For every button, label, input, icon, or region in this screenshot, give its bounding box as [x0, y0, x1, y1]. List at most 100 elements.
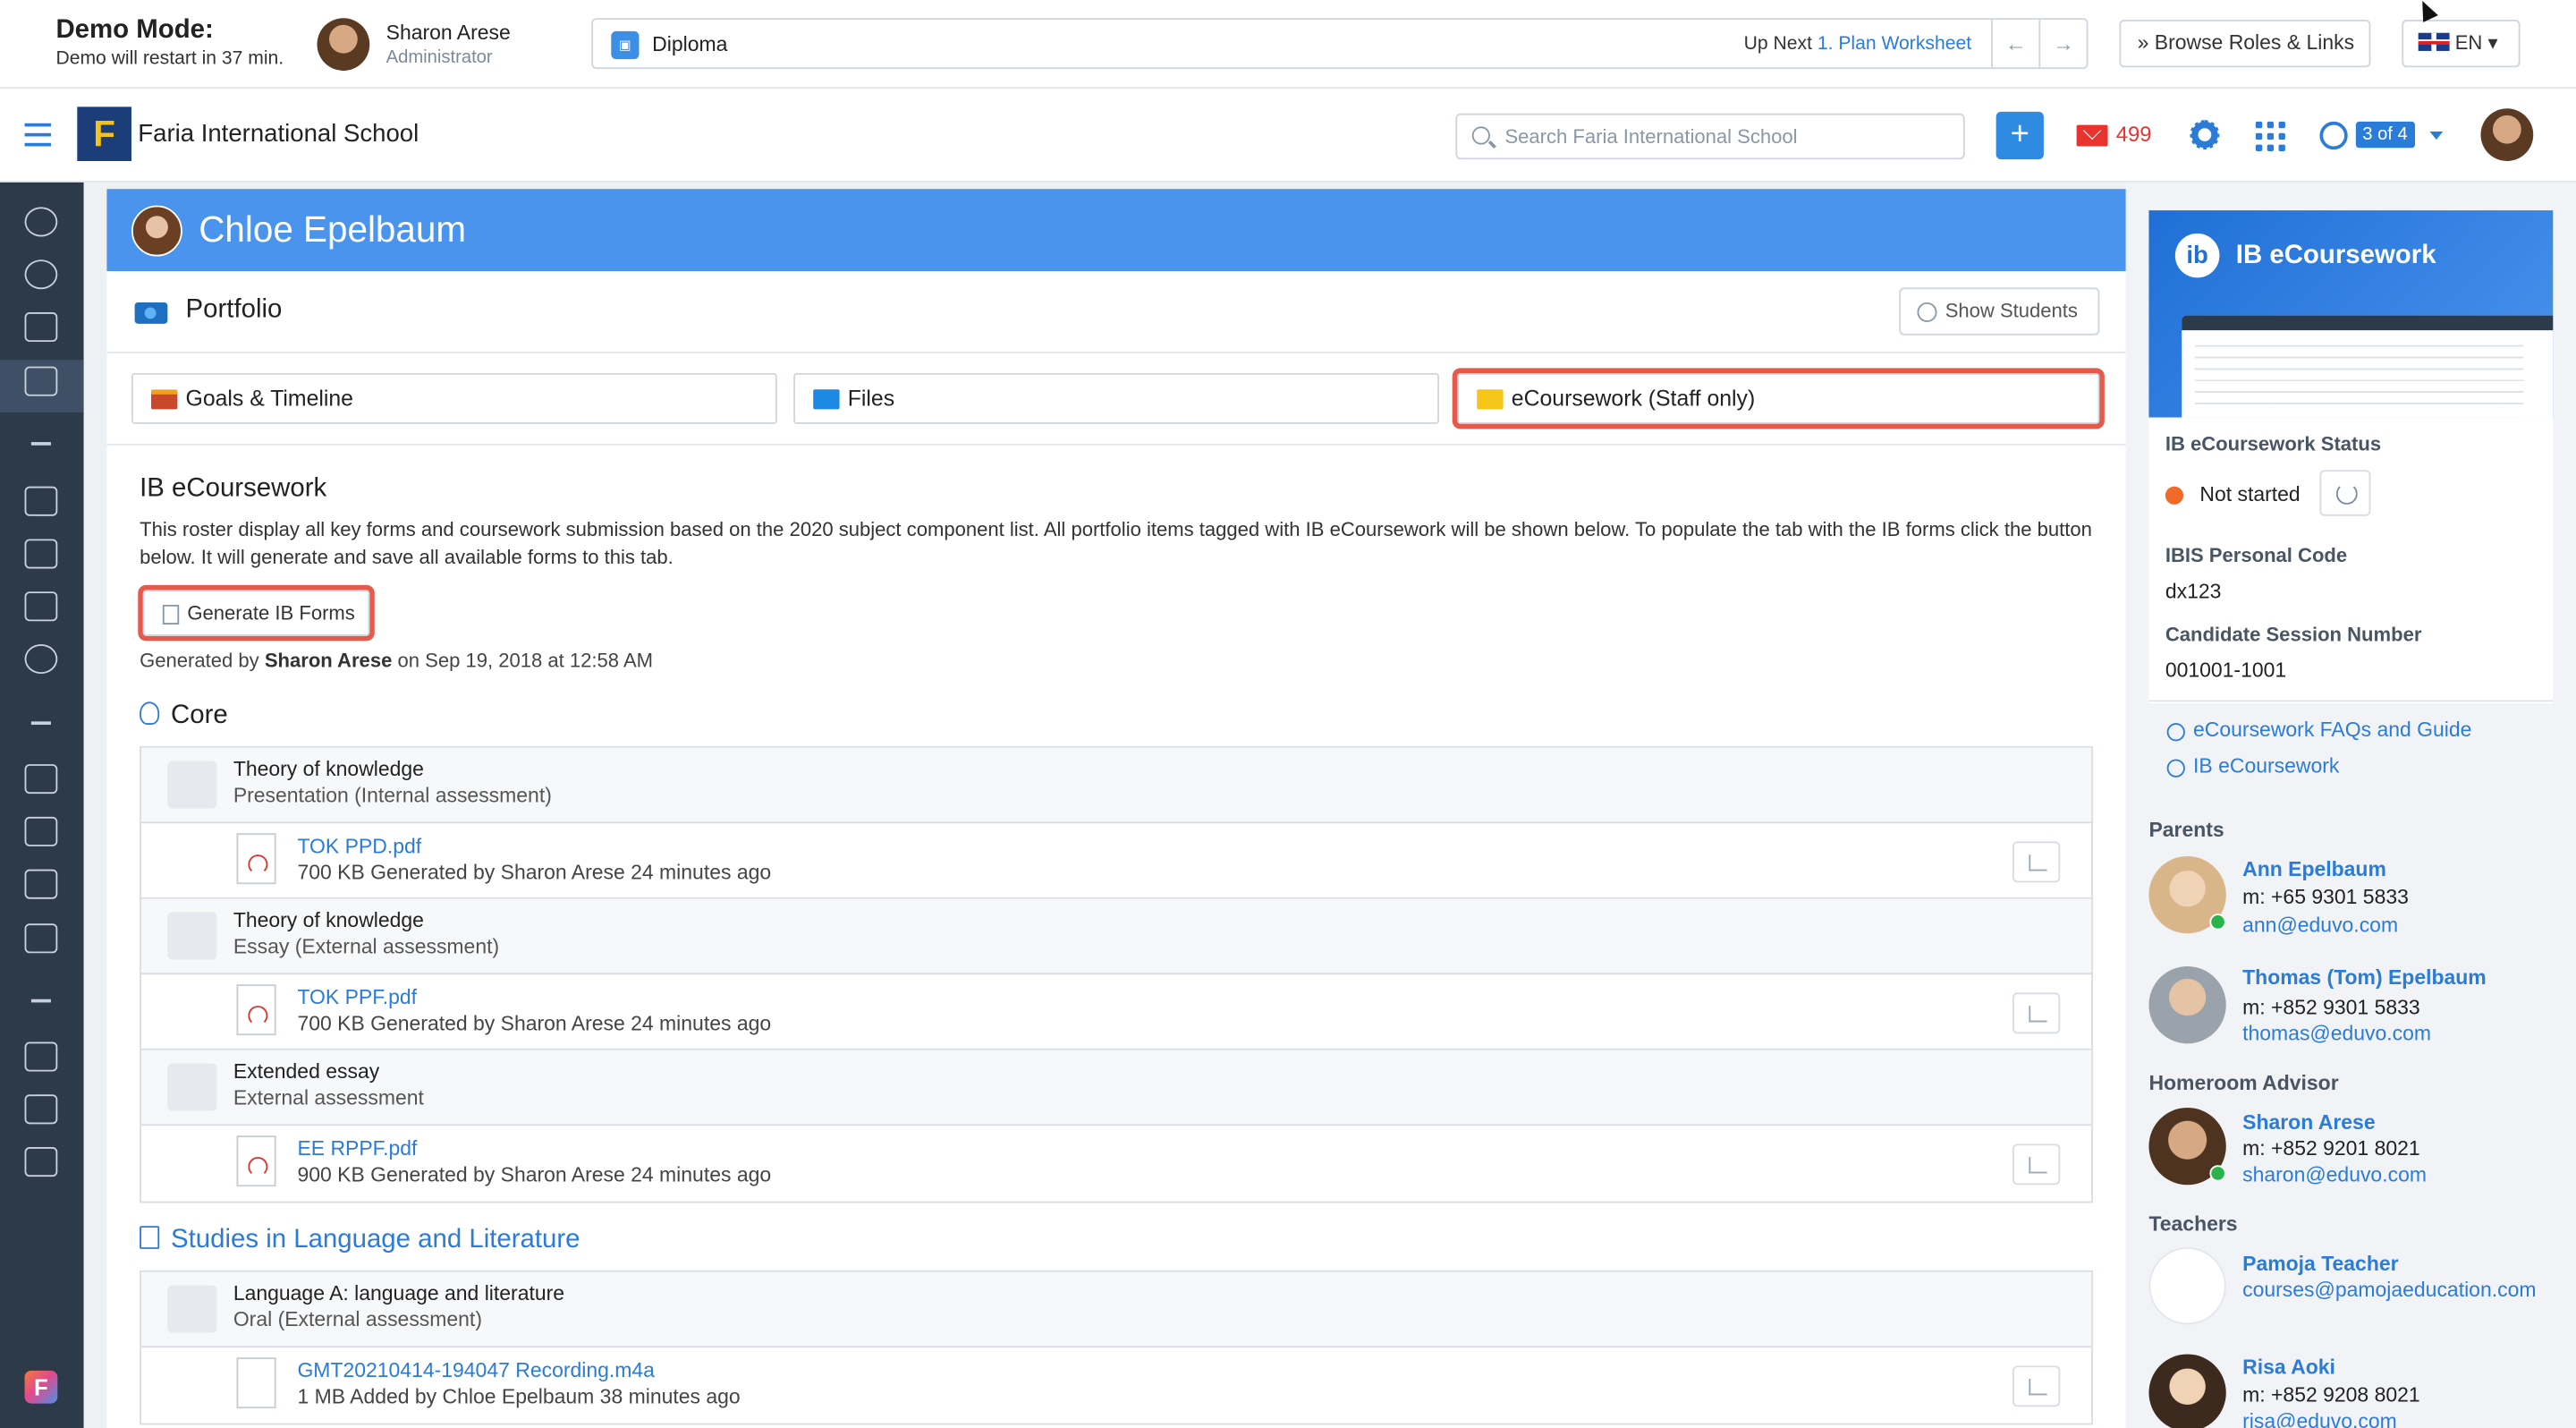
- parent-name[interactable]: Ann Epelbaum: [2242, 858, 2386, 881]
- documents-icon[interactable]: [24, 816, 58, 846]
- up-next-link[interactable]: 1. Plan Worksheet: [1818, 35, 1971, 55]
- teacher-email[interactable]: courses@pamojaeducation.com: [2242, 1279, 2536, 1302]
- teacher-name[interactable]: Pamoja Teacher: [2242, 1253, 2398, 1276]
- school-name[interactable]: Faria International School: [138, 120, 419, 148]
- program-name[interactable]: Diploma: [652, 33, 727, 56]
- search-icon: [1471, 126, 1490, 145]
- share-icon[interactable]: [2012, 992, 2061, 1034]
- language-label: EN: [2454, 30, 2483, 55]
- language-select[interactable]: EN ▾: [2402, 20, 2521, 68]
- user-avatar[interactable]: [2480, 108, 2534, 162]
- avatar[interactable]: [2148, 1107, 2226, 1186]
- file-row: EE RPPF.pdf 900 KB Generated by Sharon Ar…: [141, 1126, 2091, 1201]
- file-row: TOK PPF.pdf 700 KB Generated by Sharon Ar…: [140, 974, 2092, 1050]
- ib-ecoursework-link[interactable]: IB eCoursework: [2193, 754, 2339, 778]
- trends-icon[interactable]: [24, 1094, 58, 1125]
- list-item: Extended essay External assessment: [140, 1050, 2092, 1126]
- parent-email[interactable]: ann@eduvo.com: [2242, 914, 2398, 937]
- file-link[interactable]: EE RPPF.pdf: [297, 1137, 417, 1160]
- avatar[interactable]: [2148, 966, 2226, 1044]
- analytics-icon[interactable]: [24, 311, 58, 343]
- top-nav: F Faria International School Search Fari…: [0, 90, 2576, 183]
- file-link[interactable]: TOK PPF.pdf: [297, 986, 417, 1009]
- group-language-title[interactable]: Studies in Language and Literature: [140, 1226, 580, 1255]
- generate-ib-forms-button[interactable]: Generate IB Forms: [142, 590, 370, 636]
- tab-label: Files: [847, 386, 895, 412]
- teacher-name[interactable]: Risa Aoki: [2242, 1356, 2335, 1379]
- classes-icon[interactable]: [24, 486, 58, 516]
- folder-icon: [167, 1063, 217, 1111]
- map-icon[interactable]: [24, 869, 58, 899]
- avatar[interactable]: [2148, 855, 2226, 934]
- chevron-down-icon[interactable]: [2429, 131, 2444, 147]
- ib-icon: [2166, 759, 2185, 778]
- mail-icon[interactable]: [2076, 124, 2108, 147]
- status-value: Not started: [2199, 483, 2301, 506]
- generated-date: on Sep 19, 2018 at 12:58 AM: [397, 649, 654, 673]
- tab-ecoursework[interactable]: eCoursework (Staff only): [1457, 372, 2100, 424]
- parent-name[interactable]: Thomas (Tom) Epelbaum: [2242, 966, 2487, 990]
- school-switcher-badge[interactable]: 3 of 4: [2355, 121, 2415, 149]
- group-core-title: Core: [140, 701, 228, 731]
- dashboard-icon[interactable]: [24, 207, 58, 237]
- list-item: Theory of knowledge Essay (External asses…: [140, 898, 2092, 975]
- divider: [106, 352, 2126, 353]
- component-sub: External assessment: [233, 1086, 424, 1109]
- home-icon[interactable]: [24, 259, 58, 290]
- file-icon: [236, 1357, 276, 1409]
- calendar-icon[interactable]: [24, 764, 58, 795]
- faria-app-icon[interactable]: F: [24, 1370, 58, 1404]
- share-icon[interactable]: [2012, 1365, 2061, 1407]
- share-icon[interactable]: [2012, 1143, 2061, 1186]
- refresh-icon[interactable]: [2319, 470, 2371, 516]
- browse-roles-label: Browse Roles & Links: [2154, 30, 2355, 55]
- double-chevron-icon: »: [2137, 30, 2155, 55]
- show-students-button[interactable]: Show Students: [1899, 287, 2100, 336]
- apps-grid-icon[interactable]: [2255, 121, 2285, 151]
- advisor-name[interactable]: Sharon Arese: [2242, 1111, 2375, 1135]
- people-icon[interactable]: [24, 644, 58, 675]
- school-logo[interactable]: F: [77, 106, 131, 162]
- arrow-left-icon[interactable]: ←: [1991, 20, 2038, 68]
- mail-count[interactable]: 499: [2116, 122, 2152, 147]
- globe-icon[interactable]: [2319, 121, 2348, 150]
- arrow-right-icon[interactable]: →: [2038, 20, 2086, 68]
- file-link[interactable]: GMT20210414-194047 Recording.m4a: [297, 1359, 654, 1382]
- add-button[interactable]: +: [1996, 111, 2044, 160]
- hamburger-menu-icon[interactable]: [24, 123, 51, 147]
- right-sidebar: ib IB eCoursework IB eCoursework Status …: [2125, 182, 2576, 1428]
- demo-user-name[interactable]: Sharon Arese: [386, 21, 511, 45]
- teachers-label: Teachers: [2148, 1212, 2238, 1237]
- avatar[interactable]: [2148, 1354, 2226, 1428]
- hierarchy-icon[interactable]: [24, 1041, 58, 1072]
- sidebar-divider: [30, 999, 51, 1002]
- pamoja-logo-icon[interactable]: [2148, 1247, 2226, 1325]
- search-input[interactable]: Search Faria International School: [1455, 113, 1965, 160]
- browse-roles-button[interactable]: » Browse Roles & Links: [2119, 20, 2371, 68]
- online-status-icon: [2209, 914, 2226, 931]
- file-row: GMT20210414-194047 Recording.m4a 1 MB Add…: [141, 1347, 2091, 1423]
- tab-goals-timeline[interactable]: Goals & Timeline: [131, 372, 777, 424]
- student-avatar[interactable]: [131, 205, 182, 257]
- file-meta: 1 MB Added by Chloe Epelbaum 38 minutes …: [297, 1385, 741, 1409]
- reports-icon[interactable]: [24, 923, 58, 954]
- share-icon[interactable]: [2012, 841, 2061, 883]
- parent-email[interactable]: thomas@eduvo.com: [2242, 1022, 2431, 1045]
- teacher-phone: m: +852 9208 8021: [2242, 1383, 2420, 1407]
- advisor-email[interactable]: sharon@eduvo.com: [2242, 1163, 2427, 1186]
- demo-user-avatar[interactable]: [317, 18, 370, 71]
- ecoursework-promo[interactable]: ib IB eCoursework: [2148, 210, 2554, 418]
- list-item: Theory of knowledge Presentation (Interna…: [140, 747, 2092, 824]
- flag-icon[interactable]: [24, 1147, 58, 1177]
- gear-icon[interactable]: [2190, 120, 2220, 150]
- teacher-email[interactable]: risa@eduvo.com: [2242, 1410, 2397, 1428]
- tab-files[interactable]: Files: [793, 372, 1439, 424]
- portfolio-icon[interactable]: [24, 366, 58, 396]
- demo-bar: Demo Mode: Demo will restart in 37 min. …: [0, 0, 2576, 89]
- ecoursework-faq-link[interactable]: eCoursework FAQs and Guide: [2193, 718, 2471, 742]
- teacher-icon[interactable]: [24, 539, 58, 569]
- file-link[interactable]: TOK PPD.pdf: [297, 835, 421, 858]
- cube-icon[interactable]: [24, 591, 58, 622]
- parent-phone: m: +852 9301 5833: [2242, 996, 2420, 1019]
- generated-by-name: Sharon Arese: [264, 649, 393, 673]
